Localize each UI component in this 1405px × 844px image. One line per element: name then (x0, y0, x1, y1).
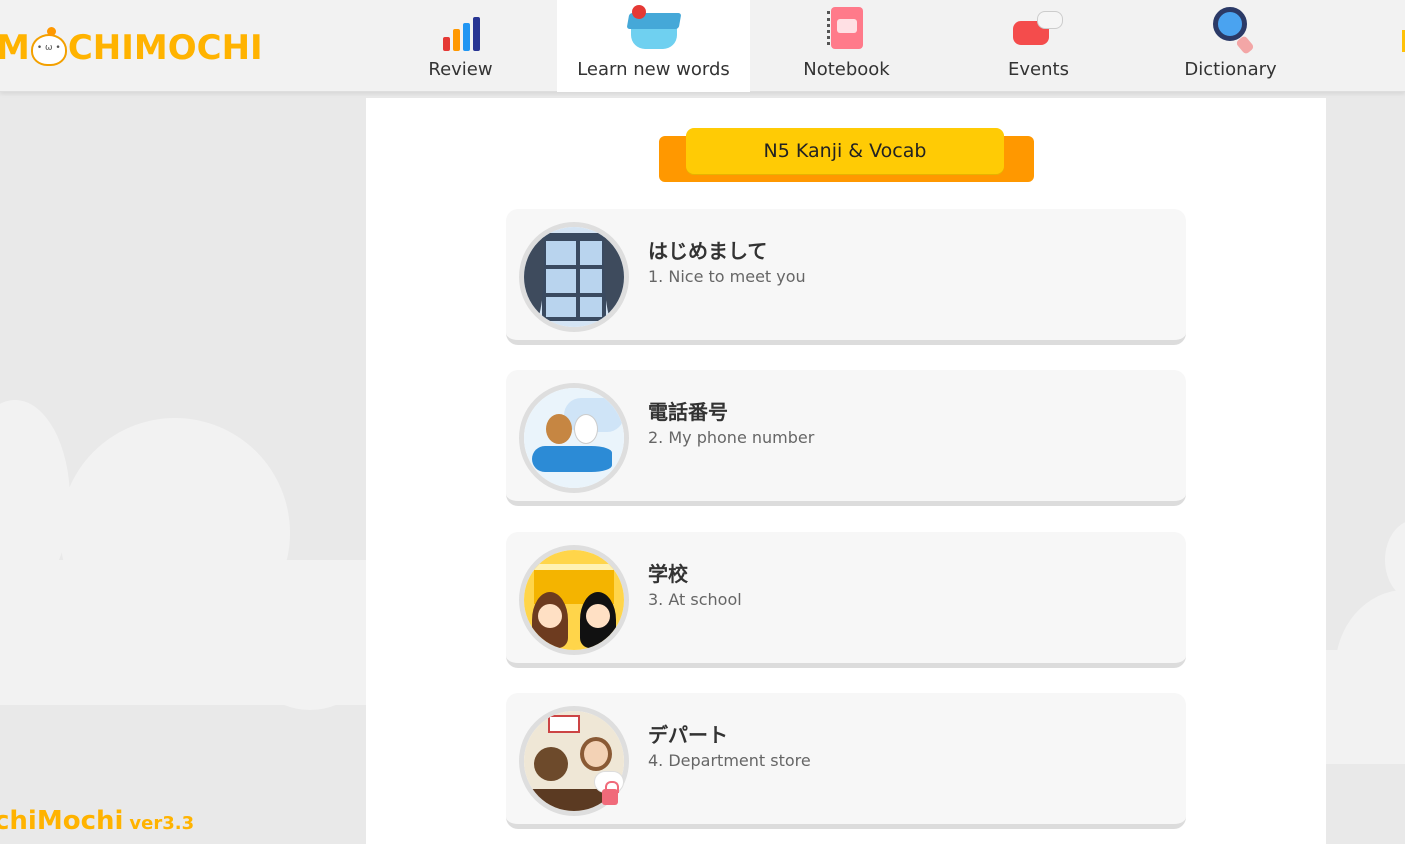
lesson-card-locked[interactable]: デパート 4. Department store (506, 693, 1186, 829)
lock-icon (602, 781, 619, 805)
course-title-ribbon: N5 Kanji & Vocab (686, 128, 1004, 174)
background-cloud (1385, 520, 1405, 600)
background-cloud (1326, 650, 1405, 764)
lesson-thumbnail (519, 383, 629, 493)
nav-learn-new-words[interactable]: Learn new words (557, 0, 750, 92)
lesson-subtitle: 4. Department store (648, 751, 811, 770)
nav-events-label: Events (1008, 59, 1069, 80)
mochi-mascot-icon (30, 27, 67, 66)
background-cloud (0, 560, 366, 705)
nav-notebook-label: Notebook (803, 59, 890, 80)
nav-notebook[interactable]: Notebook (750, 0, 943, 92)
lesson-title: はじめまして (648, 239, 768, 263)
version-number: ver3.3 (129, 813, 195, 834)
lesson-title: 電話番号 (648, 400, 728, 424)
magnifier-icon (1205, 5, 1257, 55)
app-name: chiMochi (0, 806, 124, 836)
lesson-title: デパート (648, 723, 728, 747)
school-students-icon (524, 550, 624, 650)
lesson-card[interactable]: はじめまして 1. Nice to meet you (506, 209, 1186, 345)
app-version: chiMochi ver3.3 (0, 806, 194, 836)
nav-dictionary-label: Dictionary (1184, 59, 1277, 80)
nav-learn-new-words-label: Learn new words (577, 59, 730, 80)
logo-text-end: CHIMOCHI (67, 28, 263, 68)
lesson-card[interactable]: 電話番号 2. My phone number (506, 370, 1186, 506)
lesson-subtitle: 1. Nice to meet you (648, 267, 806, 286)
lesson-thumbnail (519, 545, 629, 655)
nav-review-label: Review (428, 59, 493, 80)
lesson-subtitle: 3. At school (648, 590, 742, 609)
nav-review[interactable]: Review (364, 0, 557, 92)
nav-dictionary[interactable]: Dictionary (1134, 0, 1327, 92)
window-icon (524, 227, 624, 327)
nav-events[interactable]: Events (942, 0, 1135, 92)
lesson-subtitle: 2. My phone number (648, 428, 815, 447)
lesson-card[interactable]: 学校 3. At school (506, 532, 1186, 668)
lesson-thumbnail (519, 222, 629, 332)
top-navigation-bar: M CHIMOCHI Review Learn new words Notebo… (0, 0, 1405, 92)
bar-chart-icon (435, 5, 487, 53)
lesson-title: 学校 (648, 562, 688, 586)
logo-text-start: M (0, 28, 30, 68)
chat-bubbles-icon (1012, 5, 1065, 53)
lesson-list-panel: N5 Kanji & Vocab はじめまして 1. Nice to meet … (366, 98, 1326, 844)
graduation-cap-icon (626, 5, 681, 53)
notebook-icon (821, 5, 873, 53)
mochimochi-logo[interactable]: M CHIMOCHI (0, 27, 263, 68)
bear-bunny-fish-icon (524, 388, 624, 488)
